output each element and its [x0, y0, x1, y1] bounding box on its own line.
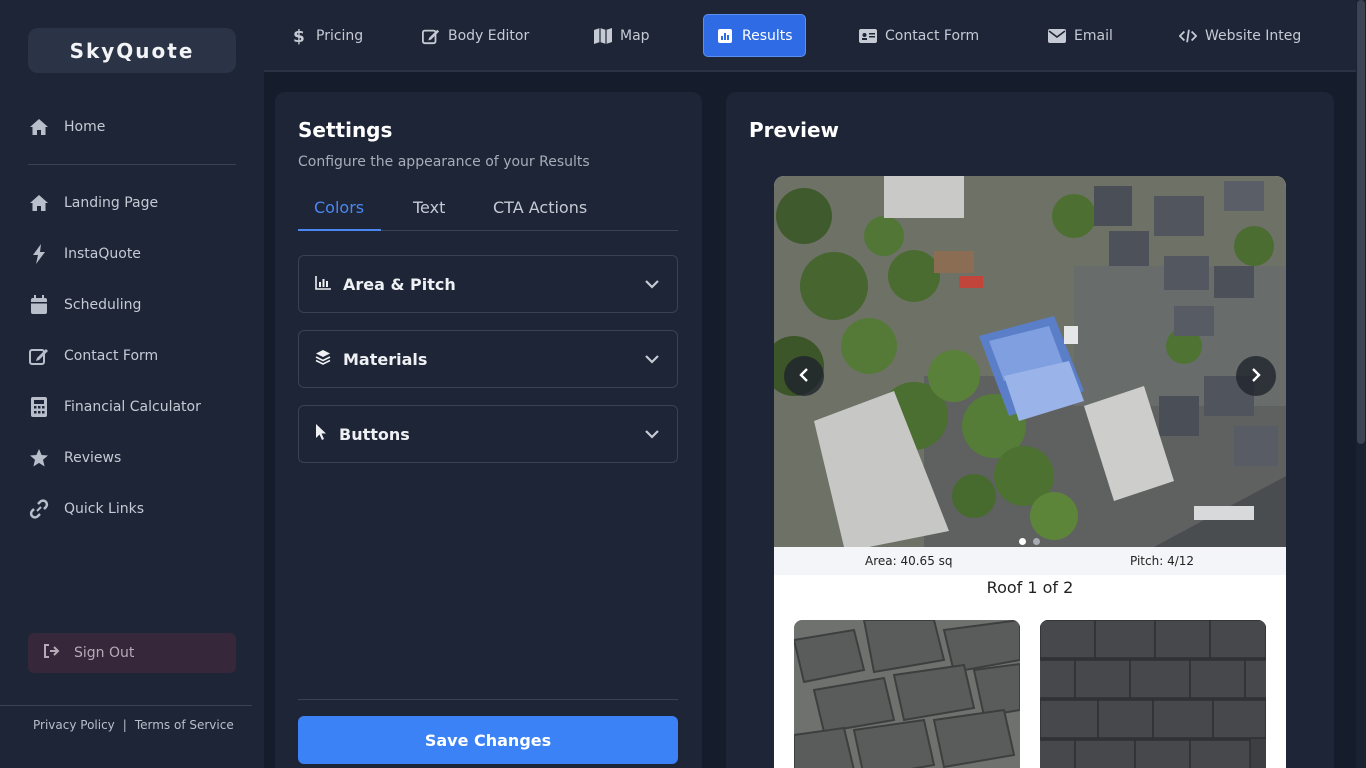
sidebar-item-home[interactable]: Home	[28, 112, 248, 142]
accordion-label: Materials	[343, 349, 428, 369]
sidebar-item-label: Landing Page	[64, 195, 159, 211]
sign-out-button[interactable]: Sign Out	[28, 633, 236, 673]
sign-out-icon	[44, 644, 60, 662]
map-icon	[594, 27, 612, 45]
chevron-left-icon	[798, 367, 810, 386]
roof-info-bar: Area: 40.65 sq Pitch: 4/12	[774, 547, 1286, 575]
tab-website-integration[interactable]: Website Integ	[1167, 14, 1313, 57]
calculator-icon	[28, 396, 50, 418]
tab-body-editor[interactable]: Body Editor	[410, 14, 541, 57]
chevron-down-icon	[643, 350, 661, 368]
sidebar-item-instaquote[interactable]: InstaQuote	[28, 239, 248, 269]
sidebar-item-contact-form[interactable]: Contact Form	[28, 341, 248, 371]
material-swatch-2[interactable]	[1040, 620, 1266, 768]
chart-icon	[716, 27, 734, 45]
chevron-right-icon	[1250, 367, 1262, 386]
settings-separator	[298, 699, 678, 700]
sidebar-divider	[28, 164, 236, 165]
accordion-label: Buttons	[339, 424, 410, 444]
sidebar-item-scheduling[interactable]: Scheduling	[28, 290, 248, 320]
dollar-icon: $	[290, 27, 308, 45]
star-icon	[28, 447, 50, 469]
sidebar-item-label: Scheduling	[64, 297, 142, 313]
svg-text:$: $	[293, 27, 305, 45]
sidebar-item-label: InstaQuote	[64, 246, 141, 262]
shingle-texture-image	[1040, 620, 1266, 768]
sidebar-item-landing-page[interactable]: Landing Page	[28, 188, 248, 218]
carousel-dot-1[interactable]	[1019, 538, 1026, 545]
sign-out-label: Sign Out	[74, 645, 135, 661]
sidebar-item-label: Home	[64, 119, 106, 135]
preview-title: Preview	[749, 118, 840, 142]
aerial-roof-image	[774, 176, 1286, 547]
chart-icon	[315, 275, 331, 294]
settings-subtitle: Configure the appearance of your Results	[298, 154, 590, 170]
footer-divider	[0, 705, 252, 706]
subtab-colors[interactable]: Colors	[298, 198, 381, 231]
tab-label: Map	[620, 27, 650, 44]
settings-panel: Settings Configure the appearance of you…	[275, 92, 702, 768]
roof-counter: Roof 1 of 2	[986, 578, 1074, 597]
accordion-buttons[interactable]: Buttons	[298, 405, 678, 463]
edit-icon	[422, 27, 440, 45]
preview-panel: Preview Area: 40.65 sq Pitch: 4/12 Roof …	[726, 92, 1334, 768]
sidebar: SkyQuote Home Landing Page InstaQuote Sc…	[0, 0, 264, 768]
top-nav: $ Pricing Body Editor Map Results Contac…	[264, 0, 1356, 72]
footer-separator: |	[122, 718, 127, 732]
tab-label: Contact Form	[885, 27, 980, 44]
sidebar-item-label: Reviews	[64, 450, 122, 466]
shingle-texture-image	[794, 620, 1020, 768]
results-card: Area: 40.65 sq Pitch: 4/12 Roof 1 of 2	[774, 176, 1286, 768]
tab-label: Results	[742, 27, 793, 44]
subtab-text[interactable]: Text	[397, 198, 461, 231]
tab-email[interactable]: Email	[1036, 14, 1125, 57]
tab-label: Body Editor	[448, 27, 530, 44]
pointer-icon	[315, 423, 327, 445]
tab-label: Pricing	[316, 27, 364, 44]
home-icon	[28, 116, 50, 138]
chevron-down-icon	[643, 275, 661, 293]
sidebar-item-quick-links[interactable]: Quick Links	[28, 494, 248, 524]
terms-of-service-link[interactable]: Terms of Service	[135, 718, 234, 732]
footer-links: Privacy Policy | Terms of Service	[33, 718, 234, 732]
carousel-dot-2[interactable]	[1033, 538, 1040, 545]
tab-label: Email	[1074, 27, 1113, 44]
bolt-icon	[28, 243, 50, 265]
tab-contact-form[interactable]: Contact Form	[847, 14, 991, 57]
sidebar-item-label: Quick Links	[64, 501, 145, 517]
tab-results[interactable]: Results	[703, 14, 806, 57]
sidebar-item-label: Contact Form	[64, 348, 159, 364]
home-icon	[28, 192, 50, 214]
save-changes-button[interactable]: Save Changes	[298, 716, 678, 764]
sidebar-item-financial-calculator[interactable]: Financial Calculator	[28, 392, 248, 422]
link-icon	[28, 498, 50, 520]
tab-map[interactable]: Map	[582, 14, 662, 57]
edit-icon	[28, 345, 50, 367]
id-card-icon	[859, 27, 877, 45]
carousel-next-button[interactable]	[1236, 356, 1276, 396]
tab-label: Website Integ	[1205, 27, 1302, 44]
tab-pricing[interactable]: $ Pricing	[278, 14, 375, 57]
accordion-label: Area & Pitch	[343, 274, 456, 294]
sidebar-item-label: Financial Calculator	[64, 399, 201, 415]
area-value: Area: 40.65 sq	[865, 554, 953, 568]
chevron-down-icon	[643, 425, 661, 443]
app-logo[interactable]: SkyQuote	[28, 28, 236, 73]
accordion-materials[interactable]: Materials	[298, 330, 678, 388]
pitch-value: Pitch: 4/12	[1130, 554, 1195, 568]
settings-title: Settings	[298, 118, 393, 142]
privacy-policy-link[interactable]: Privacy Policy	[33, 718, 115, 732]
code-icon	[1179, 27, 1197, 45]
material-swatch-1[interactable]	[794, 620, 1020, 768]
carousel-prev-button[interactable]	[784, 356, 824, 396]
page-scrollbar-thumb[interactable]	[1357, 0, 1365, 444]
layers-icon	[315, 349, 331, 369]
sidebar-item-reviews[interactable]: Reviews	[28, 443, 248, 473]
accordion-area-pitch[interactable]: Area & Pitch	[298, 255, 678, 313]
envelope-icon	[1048, 27, 1066, 45]
settings-subtabs: Colors Text CTA Actions	[298, 198, 678, 231]
subtab-cta-actions[interactable]: CTA Actions	[477, 198, 603, 231]
calendar-icon	[28, 294, 50, 316]
